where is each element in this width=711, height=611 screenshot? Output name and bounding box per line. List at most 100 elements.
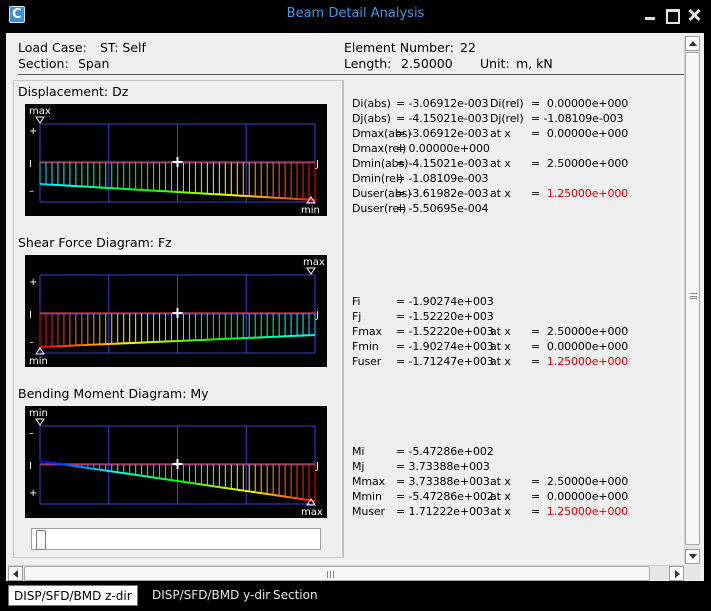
result-moment-1-a: Mj xyxy=(352,460,365,473)
element-number-label: Element Number: xyxy=(344,40,454,55)
load-case-label: Load Case: xyxy=(18,40,87,55)
scroll-left-icon xyxy=(13,570,18,578)
moment-curve-40 xyxy=(278,494,286,498)
shear-side-label-0: + xyxy=(29,277,37,288)
shear-top-marker-icon xyxy=(306,267,316,275)
moment-curve-1 xyxy=(45,460,53,464)
result-shear-3-d-text: = 0.00000e+000 xyxy=(531,340,629,353)
scrollbar-corner xyxy=(684,565,700,580)
scroll-up-button[interactable] xyxy=(685,36,700,51)
moment-curve-37 xyxy=(261,492,268,496)
scroll-right-button[interactable] xyxy=(669,566,684,581)
moment-curve-5 xyxy=(69,464,77,468)
scroll-left-button[interactable] xyxy=(8,566,23,581)
close-button[interactable] xyxy=(687,8,701,22)
tab-section[interactable]: Section xyxy=(268,585,323,606)
section-value: Span xyxy=(78,56,110,71)
result-displacement-1-d-text: = -1.08109e-003 xyxy=(531,112,624,125)
moment-curve-43 xyxy=(296,497,304,501)
result-shear-0-a: Fi xyxy=(352,295,361,308)
result-displacement-7-b: = -5.50695e-004 xyxy=(396,202,489,215)
position-slider-track[interactable] xyxy=(31,528,321,550)
client-area: Load Case: ST: Self Section: Span Elemen… xyxy=(6,33,704,581)
tab-bar: DISP/SFD/BMD z-dir DISP/SFD/BMD y-dir Se… xyxy=(0,583,711,611)
moment-curve-44 xyxy=(302,498,310,502)
result-displacement-1-d: = -1.08109e-003 xyxy=(531,112,624,125)
result-moment-3-c: at x xyxy=(490,490,511,503)
result-moment-3-d-text: = 0.00000e+000 xyxy=(531,490,629,503)
result-moment-0-b: = -5.47286e+002 xyxy=(396,445,494,458)
displacement-bottom-label: min xyxy=(301,205,320,216)
moment-curve-28 xyxy=(207,484,214,488)
result-shear-1-b: = -1.52220e+003 xyxy=(396,310,494,323)
moment-curve-42 xyxy=(290,496,298,500)
result-moment-3-a: Mmin xyxy=(352,490,382,503)
minimize-button[interactable] xyxy=(643,8,657,22)
tab-disp-sfd-bmd-y[interactable]: DISP/SFD/BMD y-dir xyxy=(147,585,275,606)
result-moment-2-c: at x xyxy=(490,475,511,488)
moment-curve-0 xyxy=(39,460,47,463)
scroll-down-button[interactable] xyxy=(685,549,700,564)
result-shear-2-d: = 2.50000e+000 xyxy=(531,325,628,338)
moment-curve-41 xyxy=(284,495,292,499)
moment-curve-26 xyxy=(195,482,202,486)
result-shear-4-b: = -1.71247e+003 xyxy=(396,355,494,368)
result-shear-4-user-x: 1.25000e+000 xyxy=(546,355,629,368)
result-moment-2-d: = 2.50000e+000 xyxy=(531,475,628,488)
moment-curve-8 xyxy=(87,466,94,470)
result-moment-3-d: = 0.00000e+000 xyxy=(531,490,628,503)
moment-curve-39 xyxy=(273,493,280,497)
result-displacement-1-a: Dj(abs) xyxy=(352,112,391,125)
result-displacement-0-b: = -3.06912e-003 xyxy=(396,97,489,110)
horizontal-scroll-thumb[interactable] xyxy=(24,566,650,581)
moment-curve-30 xyxy=(219,486,226,489)
moment-plot: min max – I + J xyxy=(25,406,327,518)
moment-curve-19 xyxy=(153,476,160,480)
result-displacement-0-d-text: = 0.00000e+000 xyxy=(531,97,629,110)
panel-divider xyxy=(343,80,344,558)
moment-side-label-0: – xyxy=(29,428,34,439)
vertical-scrollbar[interactable] xyxy=(684,36,700,564)
result-displacement-2-d: = 0.00000e+000 xyxy=(531,127,628,140)
result-moment-1-b: = 3.73388e+003 xyxy=(396,460,490,473)
window-title: Beam Detail Analysis xyxy=(286,6,425,21)
result-displacement-5-b: = -1.08109e-003 xyxy=(396,172,489,185)
moment-curve-32 xyxy=(231,487,238,491)
result-moment-2-d-text: = 2.50000e+000 xyxy=(531,475,629,488)
moment-curve-31 xyxy=(225,486,232,490)
scroll-right-icon xyxy=(675,570,680,578)
moment-title: Bending Moment Diagram: My xyxy=(18,386,209,401)
moment-curve-4 xyxy=(63,463,71,467)
moment-curve-27 xyxy=(201,483,208,487)
result-shear-4-a: Fuser xyxy=(352,355,382,368)
result-shear-3-d: = 0.00000e+000 xyxy=(531,340,628,353)
grip-icon xyxy=(327,571,334,578)
moment-curve-38 xyxy=(267,493,274,496)
result-displacement-4-c: at x xyxy=(490,157,511,170)
moment-curve-33 xyxy=(237,488,244,492)
displacement-title: Displacement: Dz xyxy=(18,84,129,99)
result-displacement-2-c: at x xyxy=(490,127,511,140)
moment-curve-11 xyxy=(105,469,112,473)
displacement-side-label-1: I xyxy=(29,159,32,170)
result-displacement-4-d-text: = 2.50000e+000 xyxy=(531,157,629,170)
moment-curve-9 xyxy=(93,467,100,471)
vertical-scroll-thumb[interactable] xyxy=(685,52,700,545)
result-displacement-4-d: = 2.50000e+000 xyxy=(531,157,628,170)
moment-bottom-label: max xyxy=(301,507,323,518)
moment-curve-22 xyxy=(171,479,178,482)
tab-disp-sfd-bmd-z[interactable]: DISP/SFD/BMD z-dir xyxy=(8,585,138,606)
result-moment-4-user-x: 1.25000e+000 xyxy=(546,505,629,518)
title-bar[interactable]: C Beam Detail Analysis xyxy=(0,0,711,30)
result-shear-3-a: Fmin xyxy=(352,340,379,353)
position-slider-thumb[interactable] xyxy=(36,530,46,550)
result-moment-4-d: = 1.25000e+000 xyxy=(531,505,628,518)
displacement-side-label-0: + xyxy=(29,126,37,137)
horizontal-scrollbar[interactable] xyxy=(8,565,684,581)
maximize-button[interactable] xyxy=(665,8,680,24)
result-shear-4-c: at x xyxy=(490,355,511,368)
moment-curve-20 xyxy=(159,477,166,481)
moment-curve-17 xyxy=(141,474,148,478)
moment-curve-16 xyxy=(135,473,142,477)
grip-icon xyxy=(690,293,697,299)
